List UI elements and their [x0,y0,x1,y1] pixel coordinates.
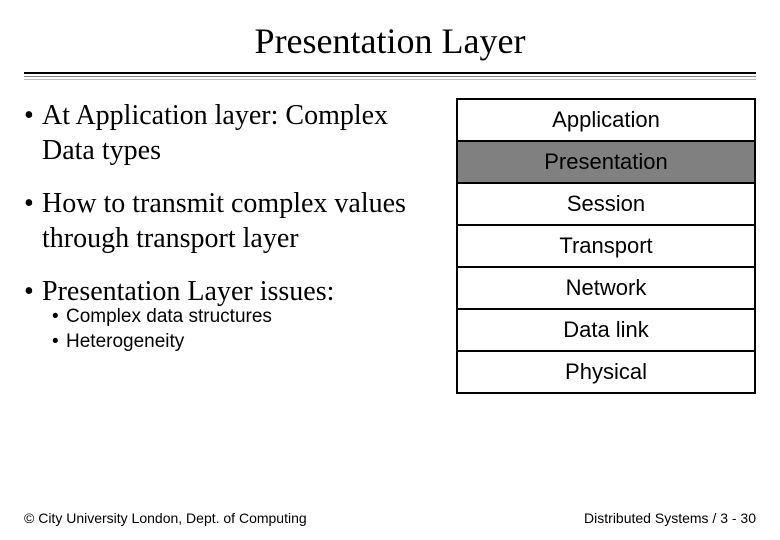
slide: Presentation Layer • At Application laye… [0,0,780,540]
bullet-dot-icon: • [52,305,66,330]
bullet-dot-icon: • [24,98,42,168]
bullet-2-text: How to transmit complex values through t… [42,186,428,256]
left-column: • At Application layer: Complex Data typ… [24,98,428,394]
bullet-2: • How to transmit complex values through… [24,186,428,256]
bullet-3: • Presentation Layer issues: [24,274,428,309]
content-body: • At Application layer: Complex Data typ… [24,98,756,394]
layer-physical: Physical [458,352,754,394]
osi-layers: Application Presentation Session Transpo… [456,98,756,394]
footer-right: Distributed Systems / 3 - 30 [584,510,756,526]
layer-presentation: Presentation [458,142,754,184]
page-title: Presentation Layer [24,20,756,62]
layer-network: Network [458,268,754,310]
layer-stack: Application Presentation Session Transpo… [456,98,756,394]
layer-application: Application [458,100,754,142]
divider [24,72,756,80]
subpoint-1: • Complex data structures [52,305,428,330]
bullet-1-text: At Application layer: Complex Data types [42,98,428,168]
bullet-3-text: Presentation Layer issues: [42,274,334,309]
footer-left: © City University London, Dept. of Compu… [24,510,307,526]
bullet-dot-icon: • [52,330,66,355]
bullet-dot-icon: • [24,186,42,256]
footer: © City University London, Dept. of Compu… [24,510,756,526]
bullet-1: • At Application layer: Complex Data typ… [24,98,428,168]
subpoints: • Complex data structures • Heterogeneit… [52,305,428,354]
subpoint-1-text: Complex data structures [66,305,272,330]
bullet-dot-icon: • [24,274,42,309]
layer-transport: Transport [458,226,754,268]
subpoint-2-text: Heterogeneity [66,330,184,355]
layer-session: Session [458,184,754,226]
layer-datalink: Data link [458,310,754,352]
subpoint-2: • Heterogeneity [52,330,428,355]
